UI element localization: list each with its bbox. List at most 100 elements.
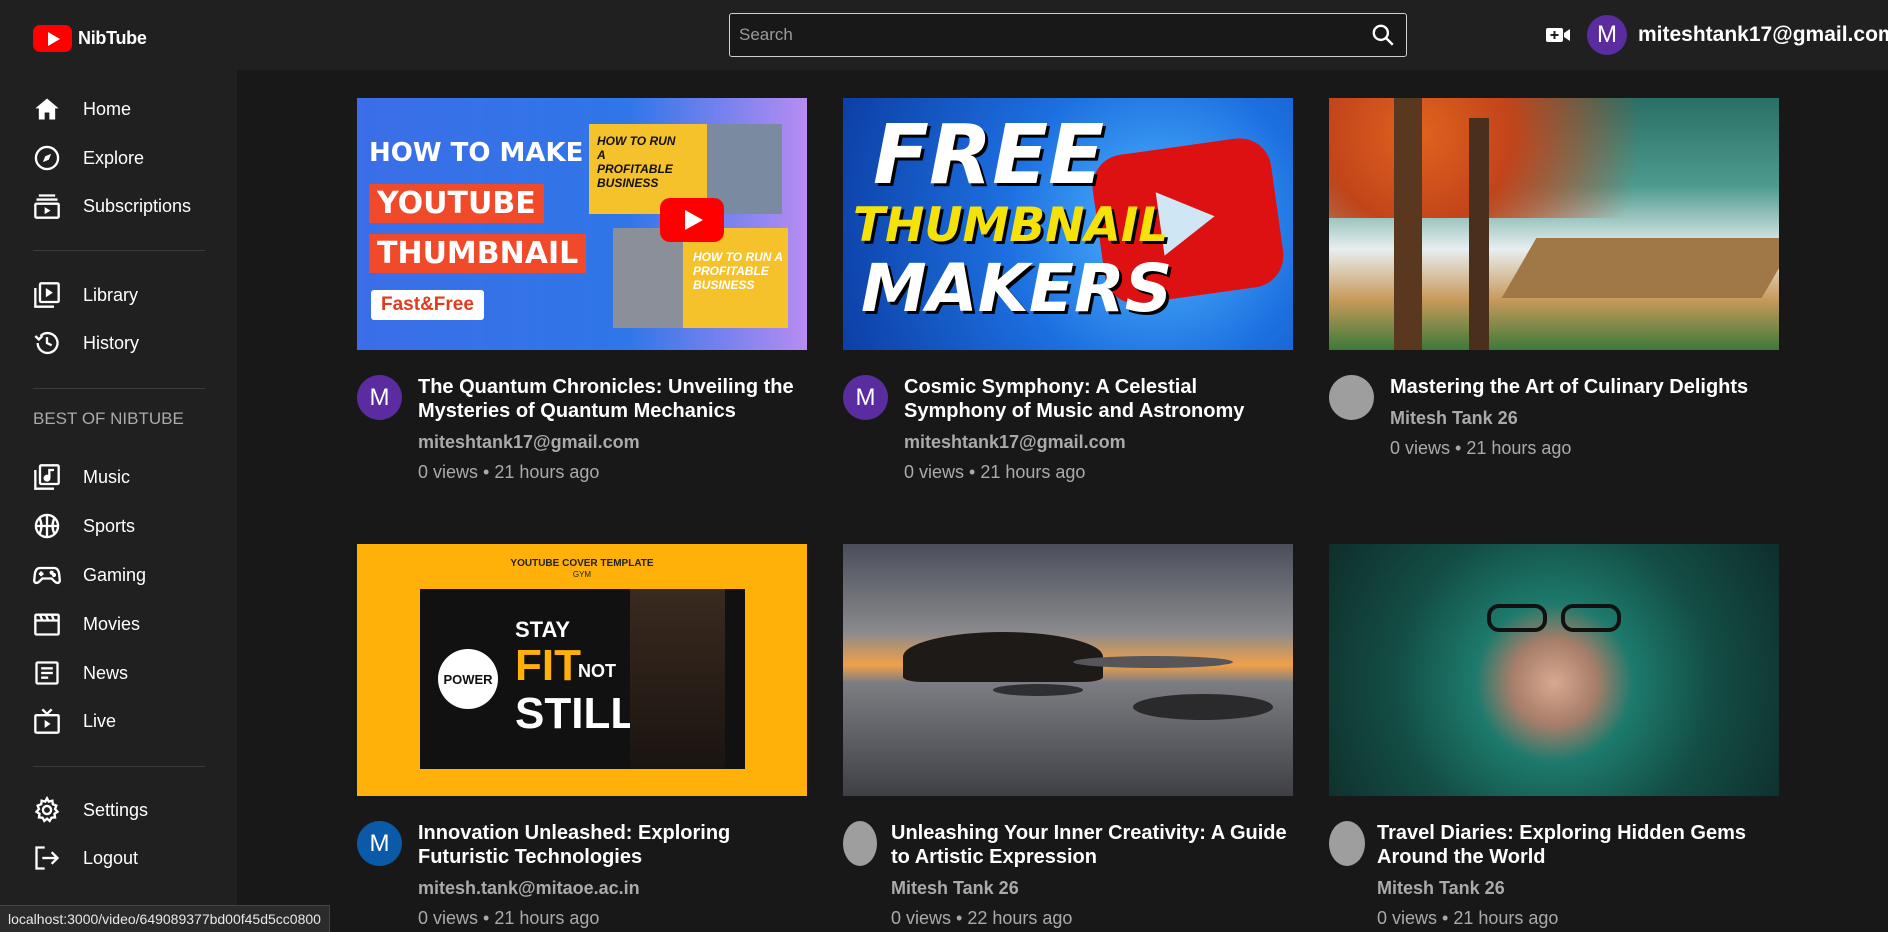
- video-title[interactable]: Mastering the Art of Culinary Delights: [1390, 375, 1779, 399]
- thumbnail-chip: HOW TO RUN A PROFITABLE BUSINESS: [613, 228, 788, 328]
- gaming-icon: [33, 566, 61, 585]
- thumbnail-tag: Fast&Free: [371, 290, 484, 320]
- video-meta: M The Quantum Chronicles: Unveiling the …: [357, 375, 807, 483]
- channel-avatar[interactable]: [1329, 821, 1365, 866]
- thumbnail-text: FIT: [515, 641, 581, 690]
- video-card[interactable]: HOW TO MAKE AN YOUTUBE THUMBNAIL Fast&Fr…: [357, 98, 807, 483]
- video-thumbnail[interactable]: [1329, 544, 1779, 796]
- sidebar-item-library[interactable]: Library: [33, 277, 213, 313]
- thumbnail-photo: [630, 589, 725, 769]
- sidebar-divider: [33, 250, 205, 251]
- video-card[interactable]: YOUTUBE COVER TEMPLATE GYM POWER STAY FI…: [357, 544, 807, 929]
- app-logo[interactable]: NibTube: [33, 25, 147, 52]
- thumbnail-tree: [1394, 98, 1422, 350]
- sidebar-item-label: History: [83, 332, 140, 353]
- video-title[interactable]: The Quantum Chronicles: Unveiling the My…: [418, 375, 807, 423]
- video-card[interactable]: Travel Diaries: Exploring Hidden Gems Ar…: [1329, 544, 1779, 929]
- thumbnail-card: POWER STAY FIT NOT STILL: [420, 589, 745, 769]
- video-title[interactable]: Unleashing Your Inner Creativity: A Guid…: [891, 821, 1293, 869]
- upload-video-icon[interactable]: [1545, 24, 1571, 46]
- video-meta: M Cosmic Symphony: A Celestial Symphony …: [843, 375, 1293, 483]
- channel-name[interactable]: Mitesh Tank 26: [1390, 408, 1779, 429]
- thumbnail-path: [1501, 238, 1779, 298]
- video-meta: M Innovation Unleashed: Exploring Futuri…: [357, 821, 807, 929]
- sidebar-item-live[interactable]: Live: [33, 703, 213, 739]
- thumbnail-header: YOUTUBE COVER TEMPLATE: [510, 558, 654, 569]
- sidebar-item-home[interactable]: Home: [33, 91, 213, 127]
- history-icon: [34, 331, 59, 355]
- sidebar-divider: [33, 388, 205, 389]
- sidebar-item-music[interactable]: Music: [33, 459, 213, 495]
- sidebar-item-label: Settings: [83, 799, 149, 820]
- channel-name[interactable]: miteshtank17@gmail.com: [904, 432, 1293, 453]
- thumbnail-text: STILL: [515, 689, 638, 738]
- search-icon[interactable]: [1370, 22, 1396, 48]
- sidebar-item-label: Music: [83, 466, 131, 487]
- sidebar-item-settings[interactable]: Settings: [33, 792, 213, 828]
- video-thumbnail[interactable]: HOW TO MAKE AN YOUTUBE THUMBNAIL Fast&Fr…: [357, 98, 807, 350]
- sidebar-item-label: Sports: [83, 515, 136, 536]
- video-title[interactable]: Travel Diaries: Exploring Hidden Gems Ar…: [1377, 821, 1779, 869]
- sidebar-item-subscriptions[interactable]: Subscriptions: [33, 188, 213, 224]
- library-icon: [34, 282, 60, 308]
- video-card[interactable]: FREE THUMBNAIL MAKERS M Cosmic Symphony:…: [843, 98, 1293, 483]
- news-icon: [35, 661, 59, 685]
- thumbnail-photo: [613, 228, 683, 328]
- section-title-best: BEST OF NIBTUBE: [33, 409, 184, 428]
- video-card[interactable]: Mastering the Art of Culinary Delights M…: [1329, 98, 1779, 459]
- video-thumbnail[interactable]: YOUTUBE COVER TEMPLATE GYM POWER STAY FI…: [357, 544, 807, 796]
- play-button-icon: [660, 198, 724, 242]
- channel-avatar[interactable]: M: [843, 375, 888, 420]
- channel-name[interactable]: Mitesh Tank 26: [891, 878, 1293, 899]
- user-email[interactable]: miteshtank17@gmail.com: [1638, 23, 1888, 47]
- thumbnail-chip-text: HOW TO RUN A PROFITABLE BUSINESS: [597, 134, 676, 190]
- music-icon: [34, 464, 60, 490]
- thumbnail-text: NOT: [578, 661, 616, 681]
- channel-name[interactable]: Mitesh Tank 26: [1377, 878, 1779, 899]
- user-avatar[interactable]: M: [1587, 15, 1627, 55]
- thumbnail-tree: [1469, 118, 1489, 350]
- compass-icon: [34, 145, 60, 171]
- app-name: NibTube: [78, 28, 147, 48]
- channel-avatar[interactable]: [1329, 375, 1374, 420]
- sidebar-item-news[interactable]: News: [33, 655, 213, 691]
- video-title[interactable]: Innovation Unleashed: Exploring Futurist…: [418, 821, 807, 869]
- logout-icon: [35, 846, 60, 870]
- video-card[interactable]: Unleashing Your Inner Creativity: A Guid…: [843, 544, 1293, 929]
- video-stats: 0 views • 21 hours ago: [904, 462, 1086, 482]
- video-meta: Mastering the Art of Culinary Delights M…: [1329, 375, 1779, 459]
- sidebar-item-movies[interactable]: Movies: [33, 606, 213, 642]
- channel-avatar[interactable]: [843, 821, 877, 866]
- sidebar-item-label: Gaming: [83, 564, 147, 585]
- sidebar-item-history[interactable]: History: [33, 325, 213, 361]
- video-stats: 0 views • 21 hours ago: [418, 908, 600, 928]
- thumbnail-rock: [993, 684, 1083, 696]
- video-thumbnail[interactable]: FREE THUMBNAIL MAKERS: [843, 98, 1293, 350]
- thumbnail-glasses: [1561, 604, 1621, 632]
- channel-avatar[interactable]: M: [357, 821, 402, 866]
- thumbnail-rock: [1133, 694, 1273, 720]
- channel-avatar[interactable]: M: [357, 375, 402, 420]
- sidebar-item-label: Library: [83, 284, 139, 305]
- sidebar-item-logout[interactable]: Logout: [33, 840, 213, 876]
- video-thumbnail[interactable]: [1329, 98, 1779, 350]
- thumbnail-subheader: GYM: [572, 570, 592, 579]
- video-title[interactable]: Cosmic Symphony: A Celestial Symphony of…: [904, 375, 1293, 423]
- thumbnail-island: [1073, 656, 1233, 668]
- thumbnail-text: THUMBNAIL: [377, 236, 579, 271]
- sidebar-item-label: Explore: [83, 147, 145, 168]
- channel-name[interactable]: mitesh.tank@mitaoe.ac.in: [418, 878, 807, 899]
- thumbnail-text-box: YOUTUBE: [369, 184, 544, 223]
- thumbnail-text: FREE: [873, 108, 1105, 203]
- video-stats: 0 views • 21 hours ago: [1377, 908, 1559, 928]
- sidebar-item-gaming[interactable]: Gaming: [33, 557, 213, 593]
- gear-icon: [34, 796, 60, 823]
- sidebar-item-explore[interactable]: Explore: [33, 140, 213, 176]
- sidebar-divider: [33, 766, 205, 767]
- video-thumbnail[interactable]: [843, 544, 1293, 796]
- search-input[interactable]: [730, 14, 1350, 56]
- channel-name[interactable]: miteshtank17@gmail.com: [418, 432, 807, 453]
- sidebar-item-sports[interactable]: Sports: [33, 508, 213, 544]
- movies-icon: [34, 613, 60, 636]
- youtube-play-icon: [33, 25, 72, 52]
